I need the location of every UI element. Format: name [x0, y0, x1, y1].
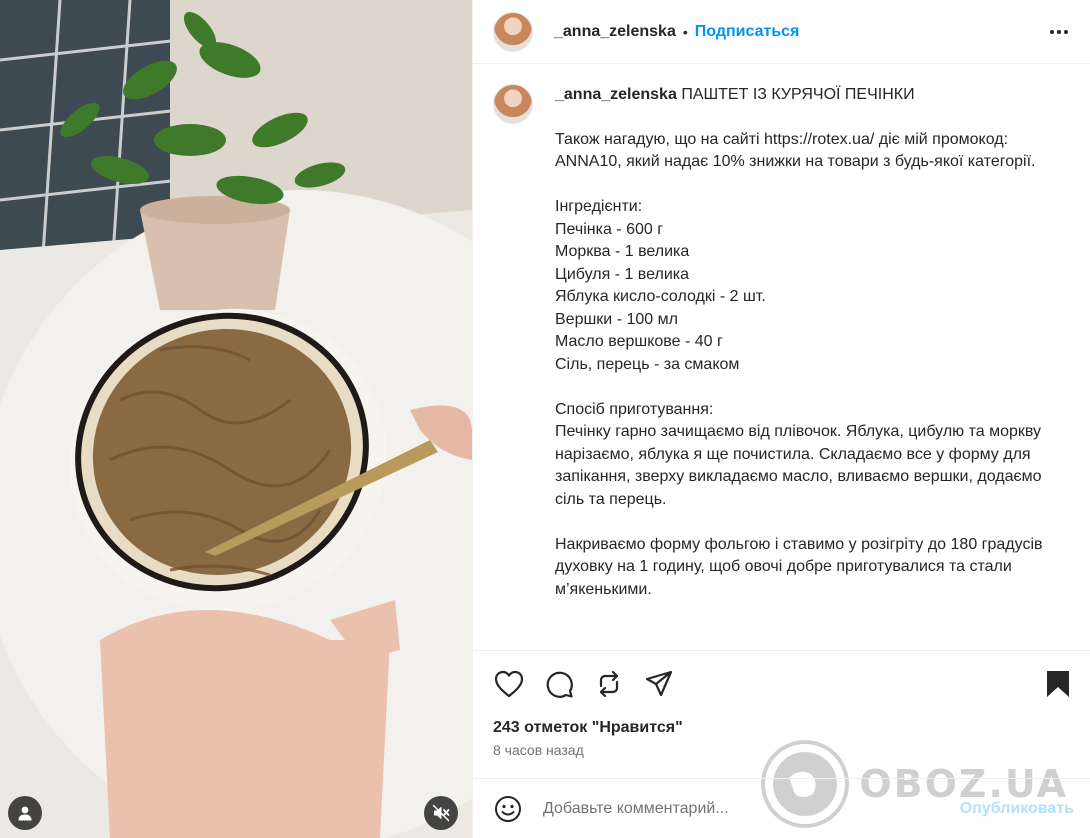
caption-body: Також нагадую, що на сайті https://rotex… [555, 130, 1043, 598]
heart-icon [494, 670, 524, 698]
post-media[interactable] [0, 0, 472, 838]
more-dot [1050, 29, 1054, 34]
caption-header: _anna_zelenska ПАШТЕТ ІЗ КУРЯЧОЇ ПЕЧІНКИ [555, 84, 1065, 107]
comment-button[interactable] [543, 668, 575, 700]
share-icon [645, 670, 673, 697]
more-dot [1064, 29, 1068, 34]
share-button[interactable] [643, 668, 675, 700]
post-time[interactable]: 8 часов назад [473, 739, 1090, 758]
user-tag-button[interactable] [8, 796, 42, 830]
mute-button[interactable] [424, 796, 458, 830]
action-bar [473, 651, 1090, 717]
comment-bar: Опубликовать [473, 778, 1090, 838]
emoji-button[interactable] [493, 794, 523, 824]
user-tag-icon [18, 806, 32, 821]
emoji-icon [495, 795, 521, 822]
publish-button[interactable]: Опубликовать [960, 800, 1074, 818]
more-dot [1057, 29, 1061, 34]
post-panel: _anna_zelenska • Подписаться _anna_zelen… [472, 0, 1090, 838]
like-button[interactable] [493, 668, 525, 700]
post-header: _anna_zelenska • Подписаться [473, 0, 1090, 64]
caption-title: ПАШТЕТ ІЗ КУРЯЧОЇ ПЕЧІНКИ [681, 86, 915, 103]
avatar[interactable] [493, 11, 533, 52]
bookmark-icon [1047, 671, 1069, 697]
sound-off-icon [432, 804, 450, 822]
comment-icon [546, 671, 573, 698]
likes-count[interactable]: 243 отметок "Нравится" [473, 717, 1090, 739]
caption-avatar[interactable] [493, 84, 533, 124]
save-button[interactable] [1042, 668, 1074, 700]
follow-button[interactable]: Подписаться [695, 23, 800, 41]
caption-section: _anna_zelenska ПАШТЕТ ІЗ КУРЯЧОЇ ПЕЧІНКИ… [473, 64, 1090, 651]
comment-input[interactable] [543, 799, 960, 818]
post-photo [0, 0, 472, 838]
repost-button[interactable] [593, 668, 625, 700]
more-options-icon[interactable] [1044, 24, 1074, 40]
separator-dot: • [682, 23, 688, 40]
header-username[interactable]: _anna_zelenska [554, 23, 676, 41]
caption: _anna_zelenska ПАШТЕТ ІЗ КУРЯЧОЇ ПЕЧІНКИ… [555, 84, 1065, 650]
caption-username[interactable]: _anna_zelenska [555, 86, 677, 103]
repost-icon [599, 670, 619, 698]
